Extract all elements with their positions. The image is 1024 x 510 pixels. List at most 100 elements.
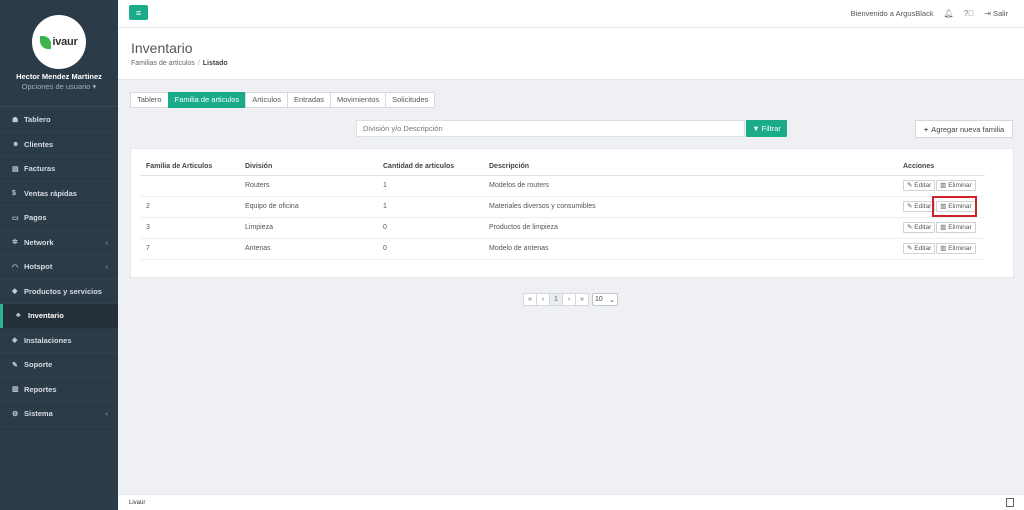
cell-cantidad: 1 — [377, 196, 483, 218]
cell-cantidad: 0 — [377, 238, 483, 260]
tab-solicitudes[interactable]: Solicitudes — [385, 92, 436, 108]
cubes-icon: ♣ — [16, 312, 21, 320]
table-header-row: Familia de Articulos División Cantidad d… — [140, 158, 985, 176]
edit-button[interactable]: ✎ Editar — [903, 222, 936, 233]
search-input[interactable] — [356, 120, 745, 137]
logout-link[interactable]: ⇥ Salir — [984, 9, 1008, 18]
sidebar-item-network[interactable]: ✲ Network ‹ — [0, 231, 118, 256]
sidebar-item-hotspot[interactable]: ◠ Hotspot ‹ — [0, 255, 118, 280]
plus-icon: + — [923, 124, 929, 134]
cell-familia: 7 — [140, 238, 239, 260]
next-page-button[interactable]: › — [562, 293, 576, 306]
breadcrumb-parent[interactable]: Familias de articulos — [131, 60, 195, 67]
delete-button[interactable]: ▥ Eliminar — [936, 180, 976, 191]
sidebar: ivaur Hector Mendez Martinez Opciones de… — [0, 0, 118, 510]
sidebar-item-ventas-rápidas[interactable]: $ Ventas rápidas — [0, 182, 118, 207]
cell-division: Antenas — [239, 238, 377, 260]
cell-division: Equipo de oficina — [239, 196, 377, 218]
cell-cantidad: 1 — [377, 175, 483, 197]
col-division: División — [239, 158, 377, 176]
page-header: Inventario Familias de articulos / Listado — [118, 28, 1024, 80]
sidebar-item-reportes[interactable]: ▥ Reportes — [0, 378, 118, 403]
tab-articulos[interactable]: Articulos — [245, 92, 288, 108]
sidebar-item-facturas[interactable]: ▤ Facturas — [0, 157, 118, 182]
col-descripcion: Descripción — [483, 158, 897, 176]
edit-button[interactable]: ✎ Editar — [903, 243, 936, 254]
user-options-dropdown[interactable]: Opciones de usuario ▾ — [0, 82, 118, 91]
sidebar-item-sistema[interactable]: ⚙ Sistema ‹ — [0, 402, 118, 427]
table-row: 7 Antenas 0 Modelo de antenas ✎ Editar ▥ Elim… — [140, 238, 985, 260]
add-family-label: Agregar nueva familia — [931, 124, 1005, 134]
edit-icon: ✎ — [907, 203, 913, 210]
edit-button[interactable]: ✎ Editar — [903, 180, 936, 191]
cell-familia: 3 — [140, 217, 239, 239]
last-page-button[interactable]: » — [575, 293, 589, 306]
sidebar-item-tablero[interactable]: ☗ Tablero — [0, 108, 118, 133]
sidebar-item-label: Reportes — [24, 384, 57, 394]
cell-descripcion: Modelo de antenas — [483, 238, 897, 260]
tab-familia-de-articulos[interactable]: Familia de articulos — [167, 92, 247, 108]
page-size-select[interactable]: 10 ⌄ — [592, 293, 618, 306]
delete-label: Eliminar — [948, 182, 972, 189]
menu-toggle-button[interactable]: ≡ — [129, 5, 148, 20]
add-family-button[interactable]: + Agregar nueva familia — [915, 120, 1013, 138]
prev-page-button[interactable]: ‹ — [536, 293, 550, 306]
cell-descripcion: Materiales diversos y consumibles — [483, 196, 897, 218]
logout-label: Salir — [992, 9, 1008, 18]
users-icon: ☻ — [12, 140, 20, 148]
dollar-icon: $ — [12, 189, 16, 197]
footer-text: Livaur — [129, 500, 146, 506]
current-page[interactable]: 1 — [549, 293, 563, 306]
sidebar-item-label: Soporte — [24, 360, 53, 370]
filter-icon: ▼ — [752, 124, 760, 133]
edit-icon: ✎ — [907, 182, 913, 189]
pagination: « ‹ 1 › » 10 ⌄ — [523, 293, 618, 306]
sidebar-item-label: Ventas rápidas — [24, 188, 77, 198]
edit-label: Editar — [914, 245, 932, 252]
delete-button[interactable]: ▥ Eliminar — [936, 222, 976, 233]
sidebar-item-productos-y-servicios[interactable]: ◆ Productos y servicios — [0, 280, 118, 305]
money-icon: ▭ — [12, 214, 19, 222]
sidebar-item-soporte[interactable]: ✎ Soporte — [0, 353, 118, 378]
hamburger-icon: ≡ — [135, 7, 142, 18]
cell-actions: ✎ Editar ▥ Eliminar — [897, 217, 985, 239]
tab-entradas[interactable]: Entradas — [286, 92, 332, 108]
tab-movimientos[interactable]: Movimientos — [330, 92, 387, 108]
table-row: 2 Equipo de oficina 1 Materiales diversos y… — [140, 196, 985, 218]
cell-division: Routers — [239, 175, 377, 197]
cell-descripcion: Productos de limpieza — [483, 217, 897, 239]
sidebar-item-clientes[interactable]: ☻ Clientes — [0, 133, 118, 158]
sidebar-item-label: Pagos — [24, 213, 47, 223]
table-row: 3 Limpieza 0 Productos de limpieza ✎ Editar ▥… — [140, 217, 985, 239]
col-familia: Familia de Articulos — [140, 158, 239, 176]
trash-icon: ▥ — [940, 245, 947, 252]
footer: Livaur — [118, 494, 1024, 510]
col-cantidad: Cantidad de articulos — [377, 158, 483, 176]
edit-button[interactable]: ✎ Editar — [903, 201, 936, 212]
chevron-left-icon: ‹ — [105, 409, 109, 419]
chevron-left-icon: ‹ — [105, 237, 109, 247]
sidebar-item-label: Instalaciones — [24, 335, 72, 345]
sidebar-item-instalaciones[interactable]: ◈ Instalaciones — [0, 329, 118, 354]
sidebar-item-label: Clientes — [24, 139, 54, 149]
cell-actions: ✎ Editar ▥ Eliminar — [897, 175, 985, 197]
book-icon: ▥ — [12, 386, 19, 394]
first-page-button[interactable]: « — [523, 293, 537, 306]
chevron-left-icon: ‹ — [105, 262, 109, 272]
sidebar-item-label: Facturas — [24, 164, 56, 174]
delete-button[interactable]: ▥ Eliminar — [936, 243, 976, 254]
wifi-icon: ◠ — [12, 263, 19, 271]
page-title: Inventario — [131, 40, 193, 56]
sidebar-item-label: Network — [24, 237, 54, 247]
filter-button[interactable]: ▼ Filtrar — [746, 120, 787, 137]
tab-tablero[interactable]: Tablero — [130, 92, 169, 108]
document-icon[interactable] — [1006, 498, 1014, 507]
sidebar-item-label: Tablero — [24, 115, 51, 125]
brand-logo: ivaur — [32, 15, 86, 69]
edit-label: Editar — [914, 224, 932, 231]
sidebar-item-pagos[interactable]: ▭ Pagos — [0, 206, 118, 231]
help-icon[interactable]: ?⃝ — [964, 9, 974, 18]
sidebar-item-inventario[interactable]: ♣ Inventario — [0, 304, 118, 329]
bell-icon[interactable]: 🔔︎ — [944, 9, 954, 18]
delete-label: Eliminar — [948, 224, 972, 231]
